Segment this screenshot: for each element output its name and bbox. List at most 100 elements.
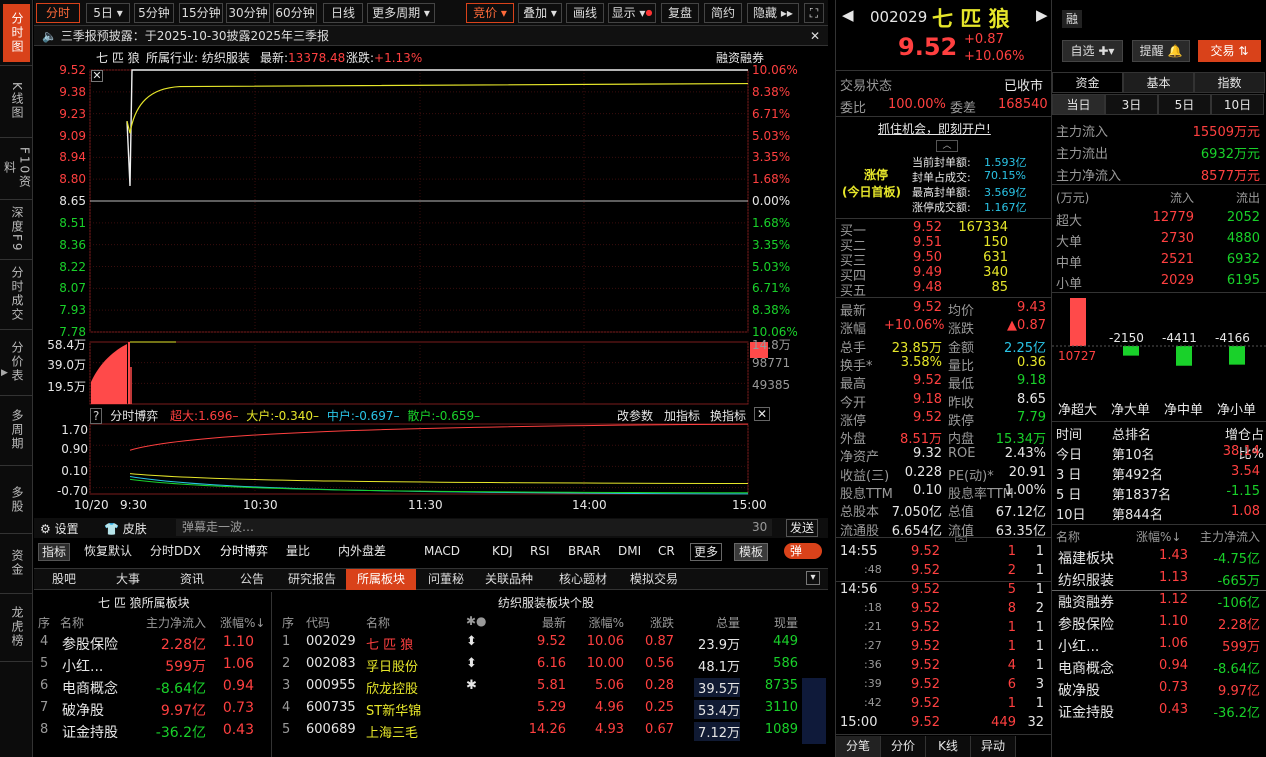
- sec-name[interactable]: 福建板块: [1058, 548, 1114, 568]
- tab-5day[interactable]: 5日 ▾: [86, 3, 130, 23]
- close-icon[interactable]: ✕: [810, 26, 820, 46]
- overlay-button[interactable]: 叠加 ▾: [518, 3, 562, 23]
- indicator-6[interactable]: MACD: [424, 543, 460, 559]
- alert-button[interactable]: 提醒 🔔: [1132, 40, 1190, 62]
- settings-button[interactable]: ⚙ 设置: [40, 520, 79, 537]
- info-tab-4[interactable]: 研究报告: [282, 569, 342, 590]
- info-tab-5[interactable]: 所属板块: [346, 569, 416, 590]
- bid-price[interactable]: 9.48: [896, 280, 942, 295]
- fund-period-1[interactable]: 3日: [1105, 94, 1158, 115]
- info-tab-1[interactable]: 大事: [98, 569, 158, 590]
- tab-daily[interactable]: 日线: [323, 3, 363, 23]
- left-nav-item-5[interactable]: 分价表: [3, 332, 30, 392]
- indicator-12[interactable]: 更多: [690, 543, 723, 561]
- info-tab-6[interactable]: 问董秘: [422, 569, 470, 590]
- sec-name[interactable]: 小红...: [1058, 636, 1099, 656]
- indicator-0[interactable]: 指标: [38, 543, 71, 561]
- indicator-5[interactable]: 内外盘差: [338, 543, 386, 559]
- indicator-14[interactable]: 弹: [784, 543, 823, 559]
- tab-5min[interactable]: 5分钟: [134, 3, 174, 23]
- sector-row-name[interactable]: 证金持股: [62, 722, 118, 742]
- display-button[interactable]: 显示 ▾●: [608, 3, 656, 23]
- fund-tab-2[interactable]: 指数: [1194, 72, 1265, 93]
- bid-price[interactable]: 9.52: [896, 220, 942, 235]
- stock-col-5[interactable]: 涨幅%: [584, 614, 624, 631]
- switch-indicator-button[interactable]: 换指标: [710, 407, 746, 424]
- sec-name[interactable]: 证金持股: [1058, 702, 1114, 722]
- indicator-2[interactable]: 分时DDX: [150, 543, 201, 559]
- change-params-button[interactable]: 改参数: [617, 407, 653, 424]
- close-crosshair-icon[interactable]: ✕: [91, 70, 103, 82]
- quote-tab-2[interactable]: K线: [926, 736, 971, 757]
- left-nav-item-6[interactable]: 多周期: [3, 398, 30, 462]
- left-nav-item-0[interactable]: 分时图: [3, 4, 30, 62]
- indicator-11[interactable]: CR: [658, 543, 675, 559]
- indicator-8[interactable]: RSI: [530, 543, 550, 559]
- fund-period-3[interactable]: 10日: [1211, 94, 1264, 115]
- info-tab-3[interactable]: 公告: [226, 569, 278, 590]
- info-tab-2[interactable]: 资讯: [162, 569, 222, 590]
- tab-60min[interactable]: 60分钟: [273, 3, 317, 23]
- watchlist-button[interactable]: 自选 ✚▾: [1062, 40, 1123, 62]
- sec-head-pct[interactable]: 涨幅%↓: [1136, 528, 1181, 545]
- notice-text[interactable]: 三季报预披露：于2025-10-30披露2025年三季报: [61, 29, 329, 43]
- next-stock-icon[interactable]: ▶: [1036, 6, 1048, 24]
- tab-intraday[interactable]: 分时: [36, 3, 80, 23]
- trade-button[interactable]: 交易 ⇅: [1198, 40, 1261, 62]
- close-panel-icon[interactable]: ✕: [754, 407, 771, 421]
- indicator-13[interactable]: 模板: [734, 543, 769, 561]
- stock-cell-2[interactable]: 上海三毛: [366, 722, 436, 741]
- help-icon[interactable]: ?: [90, 408, 103, 424]
- left-nav-item-7[interactable]: 多股: [3, 470, 30, 530]
- left-nav-item-3[interactable]: 深度F9: [3, 202, 30, 256]
- left-nav-item-2[interactable]: F10资料: [3, 140, 32, 196]
- stock-col-7[interactable]: 总量: [694, 614, 740, 631]
- sector-col-pct[interactable]: 涨幅%↓: [220, 614, 265, 631]
- left-nav-item-1[interactable]: K线图: [3, 68, 30, 134]
- replay-button[interactable]: 复盘: [661, 3, 699, 23]
- tab-30min[interactable]: 30分钟: [226, 3, 270, 23]
- open-account-link[interactable]: 抓住机会，即刻开户!: [878, 120, 991, 137]
- collapse-left-icon[interactable]: ▶: [1, 368, 8, 378]
- stock-cell-2[interactable]: 欣龙控股: [366, 678, 436, 697]
- left-nav-item-9[interactable]: 龙虎榜: [3, 596, 30, 658]
- prev-stock-icon[interactable]: ◀: [842, 6, 854, 24]
- fund-period-0[interactable]: 当日: [1052, 94, 1105, 115]
- sec-name[interactable]: 融资融券: [1058, 592, 1114, 612]
- skin-button[interactable]: 👕 皮肤: [104, 520, 147, 537]
- left-nav-item-8[interactable]: 资金: [3, 536, 30, 590]
- stock-cell-2[interactable]: 七 匹 狼: [366, 634, 436, 653]
- scroll-track[interactable]: [802, 678, 826, 744]
- expand-icon[interactable]: ︿: [955, 536, 967, 542]
- sector-row-name[interactable]: 破净股: [62, 700, 104, 720]
- info-tab-8[interactable]: 核心题材: [548, 569, 618, 590]
- info-tab-7[interactable]: 关联品种: [474, 569, 544, 590]
- fund-period-2[interactable]: 5日: [1158, 94, 1211, 115]
- stock-cell-2[interactable]: ST新华锦: [366, 700, 436, 719]
- indicator-9[interactable]: BRAR: [568, 543, 601, 559]
- tab-15min[interactable]: 15分钟: [179, 3, 223, 23]
- info-tab-9[interactable]: 模拟交易: [622, 569, 686, 590]
- sector-row-name[interactable]: 电商概念: [62, 678, 118, 698]
- bid-price[interactable]: 9.49: [896, 265, 942, 280]
- stock-col-4[interactable]: 最新: [526, 614, 566, 631]
- stock-col-6[interactable]: 涨跌: [634, 614, 674, 631]
- quote-tab-3[interactable]: 异动: [971, 736, 1016, 757]
- indicator-4[interactable]: 量比: [286, 543, 310, 559]
- danmu-input[interactable]: 弹幕走一波…: [176, 519, 772, 536]
- stock-col-8[interactable]: 现量: [754, 614, 798, 631]
- collapse-icon[interactable]: ︿: [936, 140, 958, 152]
- auction-button[interactable]: 竞价 ▾: [466, 3, 514, 23]
- add-indicator-button[interactable]: 加指标: [664, 407, 700, 424]
- margin-tag[interactable]: 融: [1062, 10, 1082, 28]
- draw-button[interactable]: 画线: [566, 3, 604, 23]
- bid-price[interactable]: 9.51: [896, 235, 942, 250]
- sector-row-name[interactable]: 参股保险: [62, 634, 118, 654]
- quote-tab-1[interactable]: 分价: [881, 736, 926, 757]
- sec-name[interactable]: 纺织服装: [1058, 570, 1114, 590]
- indicator-3[interactable]: 分时博弈: [220, 543, 268, 559]
- info-tab-0[interactable]: 股吧: [34, 569, 94, 590]
- sector-row-name[interactable]: 小红...: [62, 656, 103, 676]
- bid-price[interactable]: 9.50: [896, 250, 942, 265]
- left-nav-item-4[interactable]: 分时成交: [3, 262, 30, 326]
